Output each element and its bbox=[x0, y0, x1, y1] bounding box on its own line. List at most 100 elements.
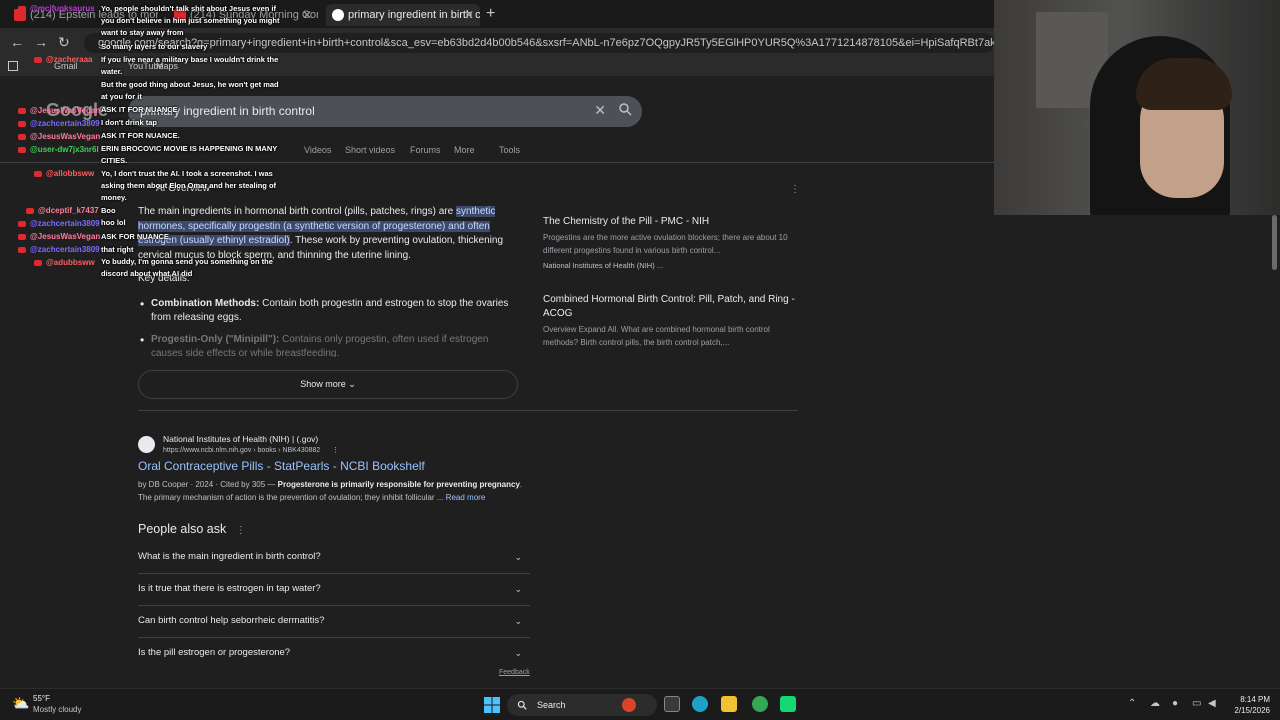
chat-message: I don't drink tap bbox=[101, 118, 157, 127]
reload-icon[interactable]: ↻ bbox=[58, 34, 70, 51]
source-card-acog[interactable]: Combined Hormonal Birth Control: Pill, P… bbox=[543, 293, 798, 349]
weather-temp[interactable]: 55°F bbox=[33, 694, 50, 703]
paa-question-text: Is it true that there is estrogen in tap… bbox=[138, 583, 321, 594]
new-tab-button[interactable]: + bbox=[486, 4, 495, 24]
app-icon[interactable] bbox=[780, 696, 796, 712]
result-title-link[interactable]: Oral Contraceptive Pills - StatPearls - … bbox=[138, 459, 425, 473]
chat-message: Yo, people shouldn't talk shit about Jes… bbox=[101, 4, 280, 37]
chat-username: @adubbsww bbox=[46, 258, 95, 267]
weather-icon[interactable]: ⛅ bbox=[12, 695, 29, 712]
close-icon[interactable]: ✕ bbox=[302, 4, 312, 26]
more-options-icon[interactable]: ⋮ bbox=[790, 184, 800, 195]
streamer-hair bbox=[1136, 58, 1232, 110]
youtube-badge-icon bbox=[18, 247, 26, 253]
bullet-combination: Combination Methods: Contain both proges… bbox=[151, 297, 521, 325]
filter-videos[interactable]: Videos bbox=[304, 145, 331, 155]
more-options-icon[interactable]: ⋮ bbox=[236, 525, 246, 536]
result-meta: by DB Cooper · 2024 · Cited by 305 — bbox=[138, 480, 278, 489]
chat-username: @zachcertain3809 bbox=[30, 119, 100, 128]
chat-username: @JesusWasVegan bbox=[30, 132, 101, 141]
file-explorer-icon[interactable] bbox=[721, 696, 737, 712]
show-more-button[interactable]: Show more ⌄ bbox=[138, 370, 518, 399]
youtube-badge-icon bbox=[18, 6, 26, 12]
paa-question[interactable]: Is it true that there is estrogen in tap… bbox=[138, 574, 530, 606]
filter-forums[interactable]: Forums bbox=[410, 145, 441, 155]
mic-icon[interactable]: ● bbox=[1172, 698, 1178, 709]
clock-date: 2/15/2026 bbox=[1234, 706, 1270, 715]
bullet-dot: • bbox=[140, 297, 145, 311]
result-bold: Progesterone is primarily responsible fo… bbox=[277, 480, 520, 489]
taskbar-clock[interactable]: 8:14 PM 2/15/2026 bbox=[1226, 694, 1270, 716]
app-icon[interactable] bbox=[622, 698, 636, 712]
chat-username: @zachcertain3809 bbox=[30, 219, 100, 228]
clock-time: 8:14 PM bbox=[1240, 695, 1270, 704]
more-options-icon[interactable]: ⋮ bbox=[332, 447, 339, 454]
chat-username: @zachcertain3809 bbox=[30, 245, 100, 254]
paa-question-text: What is the main ingredient in birth con… bbox=[138, 551, 321, 562]
read-more-link[interactable]: Read more bbox=[446, 493, 486, 502]
search-icon[interactable] bbox=[618, 102, 632, 116]
chevron-down-icon: ⌄ bbox=[514, 552, 522, 562]
paa-question[interactable]: Is the pill estrogen or progesterone? ⌄ bbox=[138, 638, 530, 670]
weather-desc[interactable]: Mostly cloudy bbox=[33, 705, 81, 714]
chevron-down-icon: ⌄ bbox=[514, 648, 522, 658]
chat-username: @user-dw7jx3nr6l bbox=[30, 145, 99, 154]
chat-message: So many layers to our slavery bbox=[101, 42, 208, 51]
nih-favicon bbox=[138, 436, 155, 453]
screen: (214) Epstein leads to more b... (214) S… bbox=[0, 0, 1280, 720]
chevron-down-icon: ⌄ bbox=[348, 379, 356, 389]
chat-username: @JesusWasVegan bbox=[30, 232, 101, 241]
network-icon[interactable]: ☁ bbox=[1150, 698, 1160, 709]
youtube-badge-icon bbox=[34, 57, 42, 63]
filter-short-videos[interactable]: Short videos bbox=[345, 145, 395, 155]
edge-icon[interactable] bbox=[692, 696, 708, 712]
show-more-label: Show more bbox=[300, 379, 346, 389]
chat-message: Boo hoo lol bbox=[101, 206, 126, 227]
filter-more[interactable]: More bbox=[454, 145, 475, 155]
bullet-title: Progestin-Only ("Minipill"): bbox=[151, 334, 280, 345]
youtube-badge-icon bbox=[18, 234, 26, 240]
windows-start-icon[interactable] bbox=[484, 697, 500, 713]
source-desc: Overview Expand All. What are combined h… bbox=[543, 325, 770, 347]
forward-icon[interactable]: → bbox=[34, 34, 48, 50]
result-url-text: https://www.ncbi.nlm.nih.gov › books › N… bbox=[163, 447, 321, 454]
paa-title: People also ask bbox=[138, 522, 227, 536]
chevron-down-icon: ⌄ bbox=[514, 616, 522, 626]
apps-icon[interactable] bbox=[8, 61, 18, 71]
chat-username: @dceptif_k7437 bbox=[38, 206, 99, 215]
close-icon[interactable]: ✕ bbox=[464, 4, 474, 26]
youtube-badge-icon bbox=[18, 121, 26, 127]
chevron-up-icon[interactable]: ⌃ bbox=[1128, 698, 1136, 709]
back-icon[interactable]: ← bbox=[10, 34, 24, 50]
clear-icon[interactable]: ✕ bbox=[594, 102, 606, 119]
task-view-icon[interactable] bbox=[664, 696, 680, 712]
source-card-pmc[interactable]: The Chemistry of the Pill - PMC - NIH Pr… bbox=[543, 215, 798, 270]
tab-google-search[interactable]: primary ingredient in birth cont ✕ bbox=[326, 4, 480, 26]
paa-question[interactable]: Can birth control help seborrheic dermat… bbox=[138, 606, 530, 638]
people-also-ask-header: People also ask ⋮ bbox=[138, 522, 246, 536]
result-snippet: by DB Cooper · 2024 · Cited by 305 — Pro… bbox=[138, 478, 528, 504]
source-title[interactable]: Combined Hormonal Birth Control: Pill, P… bbox=[543, 293, 798, 321]
bullet-dot: • bbox=[140, 333, 145, 347]
chat-message: ASK IT FOR NUANCE bbox=[101, 105, 178, 114]
youtube-badge-icon bbox=[34, 171, 42, 177]
youtube-badge-icon bbox=[18, 147, 26, 153]
chat-username: @zacheraaa bbox=[46, 55, 93, 64]
paa-question-text: Can birth control help seborrheic dermat… bbox=[138, 615, 325, 626]
windows-taskbar: ⛅ 55°F Mostly cloudy Search ⌃ ☁ ● ▭ ◀ 8:… bbox=[0, 688, 1280, 720]
chat-message: ASK FOR NUANCE bbox=[101, 232, 169, 241]
volume-icon[interactable]: ◀ bbox=[1208, 698, 1216, 709]
display-icon[interactable]: ▭ bbox=[1192, 698, 1201, 709]
source-title[interactable]: The Chemistry of the Pill - PMC - NIH bbox=[543, 215, 798, 229]
taskbar-search-label: Search bbox=[537, 700, 566, 710]
chat-message: ERIN BROCOVIC MOVIE IS HAPPENING IN MANY… bbox=[101, 144, 278, 165]
page-scrollbar[interactable] bbox=[1272, 215, 1277, 270]
filter-tools[interactable]: Tools bbox=[499, 145, 520, 155]
youtube-badge-icon bbox=[18, 221, 26, 227]
chrome-icon[interactable] bbox=[752, 696, 768, 712]
youtube-badge-icon bbox=[34, 260, 42, 266]
ai-overview-divider bbox=[138, 410, 798, 411]
feedback-link[interactable]: Feedback bbox=[499, 669, 530, 676]
paa-question[interactable]: What is the main ingredient in birth con… bbox=[138, 542, 530, 574]
chat-message: If you live near a military base I would… bbox=[101, 55, 279, 76]
